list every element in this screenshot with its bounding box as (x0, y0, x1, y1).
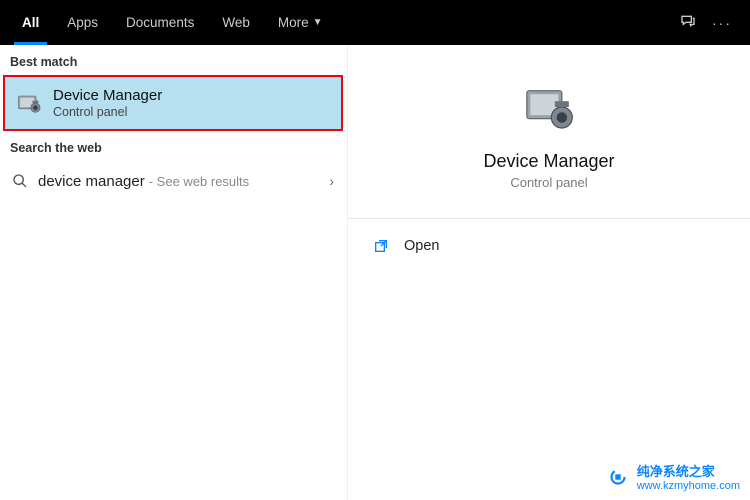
open-label: Open (404, 238, 439, 254)
tab-apps[interactable]: Apps (53, 0, 112, 45)
tab-web[interactable]: Web (208, 0, 264, 45)
results-pane: Best match Device Manager Control panel … (0, 45, 347, 500)
search-filter-tabs: All Apps Documents Web More ▼ ··· (0, 0, 750, 45)
tab-documents[interactable]: Documents (112, 0, 208, 45)
more-options-icon[interactable]: ··· (712, 15, 732, 31)
tab-more[interactable]: More ▼ (264, 0, 337, 45)
best-match-heading: Best match (0, 45, 346, 75)
watermark: 纯净系统之家 www.kzmyhome.com (605, 461, 740, 492)
watermark-line2: www.kzmyhome.com (637, 480, 740, 492)
result-title: Device Manager (53, 87, 162, 104)
best-match-result[interactable]: Device Manager Control panel (3, 75, 343, 131)
watermark-line1: 纯净系统之家 (637, 461, 740, 480)
chevron-right-icon: › (329, 173, 334, 189)
web-query-text: device manager (38, 173, 145, 190)
detail-card: Device Manager Control panel (348, 45, 750, 219)
open-action[interactable]: Open (348, 219, 750, 273)
detail-title: Device Manager (348, 151, 750, 172)
search-icon (10, 171, 30, 191)
web-search-result[interactable]: device manager - See web results › (0, 161, 346, 201)
feedback-icon[interactable] (680, 13, 696, 32)
web-hint-text: - See web results (149, 174, 249, 189)
tab-label: All (22, 15, 39, 30)
tab-label: Web (222, 15, 250, 30)
device-manager-icon (517, 75, 581, 139)
detail-subtitle: Control panel (348, 175, 750, 190)
open-icon (372, 237, 390, 255)
detail-pane: Device Manager Control panel Open 纯净系统之家… (347, 45, 750, 500)
tab-all[interactable]: All (8, 0, 53, 45)
result-subtitle: Control panel (53, 105, 162, 119)
tab-label: Apps (67, 15, 98, 30)
search-web-heading: Search the web (0, 131, 346, 161)
chevron-down-icon: ▼ (313, 17, 323, 28)
device-manager-icon (15, 89, 43, 117)
watermark-logo-icon (605, 464, 631, 490)
tab-label: Documents (126, 15, 194, 30)
tab-label: More (278, 15, 309, 30)
